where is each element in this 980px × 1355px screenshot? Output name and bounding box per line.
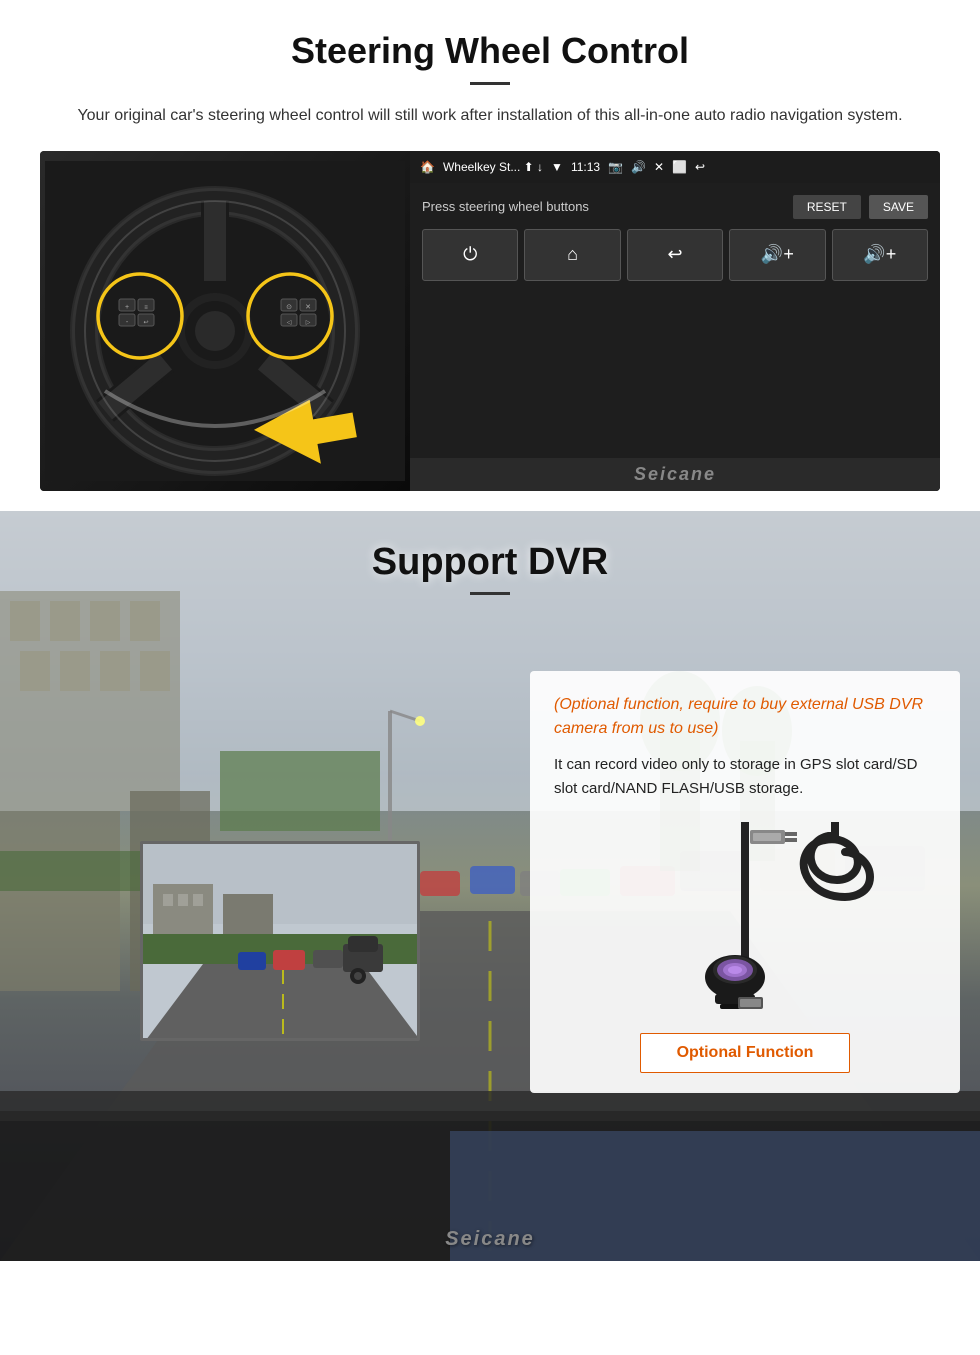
status-icons: 📷 bbox=[608, 160, 623, 174]
dvr-section: Support DVR bbox=[0, 511, 980, 1261]
dvr-camera-illustration bbox=[554, 817, 936, 1017]
steering-section: Steering Wheel Control Your original car… bbox=[0, 0, 980, 511]
dvr-info-card: (Optional function, require to buy exter… bbox=[530, 671, 960, 1093]
wheelkey-ui-area: Press steering wheel buttons RESET SAVE … bbox=[410, 183, 940, 458]
close-icon: ✕ bbox=[654, 160, 664, 174]
dvr-title: Support DVR bbox=[0, 541, 980, 584]
steering-wheel-left: + - ≡ ↩ ⊙ ✕ ◁ ▷ bbox=[40, 151, 410, 491]
camera-svg bbox=[595, 822, 895, 1012]
window-icon: ⬜ bbox=[672, 160, 687, 174]
back-control-btn[interactable]: ↩ bbox=[627, 229, 723, 281]
svg-text:↩: ↩ bbox=[143, 320, 148, 326]
svg-text:⊙: ⊙ bbox=[286, 304, 292, 311]
svg-text:✕: ✕ bbox=[305, 304, 311, 311]
seicane-dvr-watermark: Seicane bbox=[445, 1228, 535, 1251]
wheelkey-controls-grid: ⏻ ⌂ ↩ 🔊+ 🔊+ bbox=[422, 229, 928, 281]
steering-wheel-svg: + - ≡ ↩ ⊙ ✕ ◁ ▷ bbox=[45, 161, 405, 481]
steering-title: Steering Wheel Control bbox=[40, 30, 940, 72]
status-bar: 🏠 Wheelkey St... ⬆ ↓ ▼ 11:13 📷 🔊 ✕ ⬜ ↩ bbox=[410, 151, 940, 183]
dvr-thumbnail-inner bbox=[143, 844, 417, 1038]
vol-up2-control-btn[interactable]: 🔊+ bbox=[832, 229, 928, 281]
steering-subtitle: Your original car's steering wheel contr… bbox=[40, 103, 940, 129]
thumb-road-svg bbox=[143, 844, 420, 1041]
svg-text:+: + bbox=[125, 304, 129, 311]
dvr-body-text: It can record video only to storage in G… bbox=[554, 753, 936, 801]
steering-divider bbox=[470, 82, 510, 85]
svg-text:◁: ◁ bbox=[287, 320, 292, 326]
wifi-icon: ▼ bbox=[551, 160, 563, 174]
volume-icon: 🔊 bbox=[631, 160, 646, 174]
back-icon[interactable]: ↩ bbox=[695, 160, 705, 174]
svg-text:≡: ≡ bbox=[144, 305, 148, 311]
optional-function-button[interactable]: Optional Function bbox=[640, 1033, 851, 1073]
seicane-watermark-steering: Seicane bbox=[410, 458, 940, 491]
dvr-divider bbox=[470, 592, 510, 595]
home-nav-icon[interactable]: 🏠 bbox=[420, 160, 435, 174]
wheelkey-top-row: Press steering wheel buttons RESET SAVE bbox=[422, 195, 928, 219]
power-control-btn[interactable]: ⏻ bbox=[422, 229, 518, 281]
dvr-thumbnail bbox=[140, 841, 420, 1041]
wheelkey-instruction: Press steering wheel buttons bbox=[422, 199, 785, 214]
dvr-optional-text: (Optional function, require to buy exter… bbox=[554, 693, 936, 741]
app-name-label: Wheelkey St... ⬆ ↓ bbox=[443, 160, 543, 174]
vol-up-control-btn[interactable]: 🔊+ bbox=[729, 229, 825, 281]
steering-image-area: + - ≡ ↩ ⊙ ✕ ◁ ▷ bbox=[40, 151, 940, 491]
reset-button[interactable]: RESET bbox=[793, 195, 861, 219]
dvr-title-area: Support DVR bbox=[0, 511, 980, 615]
svg-text:▷: ▷ bbox=[306, 320, 311, 326]
time-display: 11:13 bbox=[571, 160, 600, 174]
save-button[interactable]: SAVE bbox=[869, 195, 928, 219]
steering-headunit-right: 🏠 Wheelkey St... ⬆ ↓ ▼ 11:13 📷 🔊 ✕ ⬜ ↩ P… bbox=[410, 151, 940, 491]
home-control-btn[interactable]: ⌂ bbox=[524, 229, 620, 281]
